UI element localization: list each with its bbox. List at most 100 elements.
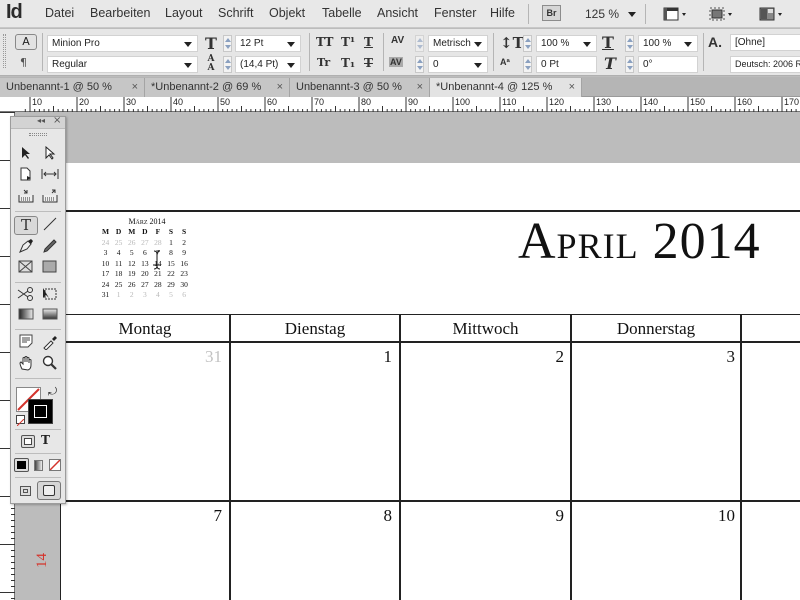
tab-unbenannt-1[interactable]: Unbenannt-1 @ 50 % × — [0, 78, 145, 97]
tab-unbenannt-4[interactable]: *Unbenannt-4 @ 125 % × — [430, 78, 582, 97]
note-tool[interactable] — [16, 334, 36, 352]
character-mode-button[interactable]: A — [15, 34, 37, 50]
tab-unbenannt-3[interactable]: Unbenannt-3 @ 50 % × — [290, 78, 430, 97]
rectangle-frame-tool[interactable] — [16, 260, 36, 278]
pen-tool[interactable] — [16, 238, 36, 256]
gap-tool[interactable] — [40, 167, 60, 185]
direct-selection-tool[interactable] — [40, 145, 60, 164]
content-placer-tool[interactable] — [40, 189, 60, 207]
mini-calendar-week-row: 10 11 12 13 14 15 16 — [99, 259, 191, 270]
type-tool[interactable]: T — [14, 216, 38, 235]
arrange-documents-button[interactable] — [758, 5, 786, 26]
vertical-scale-stepper[interactable] — [523, 35, 532, 52]
subscript-button[interactable]: T₁ — [341, 56, 355, 70]
tab-unbenannt-2[interactable]: *Unbenannt-2 @ 69 % × — [145, 78, 290, 97]
content-collector-tool[interactable] — [16, 189, 36, 207]
default-fill-stroke-icon[interactable] — [16, 415, 25, 427]
skew-stepper[interactable] — [625, 56, 634, 73]
panel-grip[interactable] — [3, 34, 6, 68]
panel-grip[interactable] — [29, 133, 47, 136]
month-title[interactable]: April 2014 — [518, 212, 761, 271]
character-style-field[interactable]: [Ohne] — [730, 34, 800, 51]
day-cell-number[interactable]: 8 — [320, 506, 393, 526]
collapse-icon[interactable]: ◂◂ — [37, 116, 45, 125]
page-tool[interactable] — [16, 167, 36, 185]
week-number-label[interactable]: 14 — [34, 553, 51, 568]
menu-hilfe[interactable]: Hilfe — [490, 6, 515, 20]
menu-tabelle[interactable]: Tabelle — [322, 6, 362, 20]
font-size-field[interactable]: 12 Pt — [235, 35, 301, 52]
font-family-field[interactable]: Minion Pro — [47, 35, 198, 52]
close-icon[interactable]: × — [277, 78, 283, 97]
horizontal-scale-stepper[interactable] — [625, 35, 634, 52]
stroke-swatch[interactable] — [28, 399, 53, 424]
hand-tool[interactable] — [16, 355, 36, 373]
baseline-shift-stepper[interactable] — [523, 56, 532, 73]
screen-mode-button[interactable] — [708, 5, 736, 26]
stroke-inner-icon — [34, 405, 47, 418]
paragraph-mode-button[interactable]: ¶ — [20, 56, 27, 69]
day-cell-number[interactable]: 10 — [663, 506, 735, 526]
line-tool[interactable] — [40, 217, 60, 235]
apply-color-button[interactable] — [14, 458, 29, 472]
day-cell-number[interactable]: 31 — [150, 347, 222, 367]
strikethrough-button[interactable]: T — [364, 56, 373, 70]
pencil-tool[interactable] — [40, 238, 60, 256]
close-icon[interactable]: × — [417, 78, 423, 97]
tracking-field[interactable]: 0 — [428, 56, 488, 73]
apply-none-button[interactable] — [49, 459, 61, 471]
all-caps-button[interactable]: TT — [316, 35, 333, 49]
menu-datei[interactable]: Datei — [45, 6, 74, 20]
preview-mode-button[interactable] — [37, 481, 61, 500]
superscript-button[interactable]: T¹ — [341, 35, 355, 49]
day-cell-number[interactable]: 1 — [320, 347, 393, 367]
close-icon[interactable]: × — [569, 78, 575, 97]
menu-fenster[interactable]: Fenster — [434, 6, 476, 20]
day-cell-number[interactable]: 7 — [150, 506, 223, 526]
language-field[interactable]: Deutsch: 2006 R — [730, 56, 800, 73]
menu-objekt[interactable]: Objekt — [269, 6, 305, 20]
formatting-text-button[interactable]: T — [41, 433, 50, 447]
mini-calendar-day: 31 — [101, 290, 110, 299]
bridge-button[interactable]: Br — [542, 5, 561, 21]
apply-gradient-button[interactable] — [34, 460, 43, 471]
formatting-container-button[interactable] — [21, 435, 35, 448]
tools-panel-header[interactable]: ◂◂ × — [11, 115, 65, 129]
baseline-shift-field[interactable]: 0 Pt — [536, 56, 597, 73]
font-size-stepper[interactable] — [223, 35, 232, 52]
rectangle-tool[interactable] — [40, 260, 60, 278]
leading-field[interactable]: (14,4 Pt) — [235, 56, 301, 73]
swap-fill-stroke-icon[interactable]: ⤾ — [48, 385, 57, 399]
eyedropper-tool[interactable] — [40, 334, 60, 352]
day-cell-number[interactable]: 3 — [663, 347, 736, 367]
day-cell-number[interactable]: 9 — [492, 506, 565, 526]
normal-view-button[interactable] — [20, 486, 31, 496]
scissors-tool[interactable] — [16, 287, 36, 305]
underline-button[interactable]: T — [364, 35, 373, 49]
skew-field[interactable]: 0° — [638, 56, 698, 73]
selection-tool[interactable] — [16, 146, 36, 164]
mini-calendar-previous-month[interactable]: März 2014 M D M D F S S 24 25 26 27 28 1 2 3 4 5 6… — [99, 217, 191, 301]
gradient-feather-tool[interactable] — [40, 308, 60, 326]
view-options-button[interactable] — [662, 5, 690, 26]
gradient-swatch-tool[interactable] — [16, 308, 36, 326]
menu-schrift[interactable]: Schrift — [218, 6, 253, 20]
horizontal-scale-field[interactable]: 100 % — [638, 35, 698, 52]
menu-layout[interactable]: Layout — [165, 6, 203, 20]
menu-ansicht[interactable]: Ansicht — [377, 6, 418, 20]
font-style-field[interactable]: Regular — [47, 56, 198, 73]
vertical-scale-field[interactable]: 100 % — [536, 35, 597, 52]
small-caps-button[interactable]: Tr — [317, 56, 330, 69]
horizontal-ruler[interactable]: 10 20 30 40 50 60 70 80 90 100 110 120 130 140 150 160 1… — [0, 97, 800, 112]
close-icon[interactable]: × — [53, 115, 61, 126]
kerning-field[interactable]: Metrisch — [428, 35, 488, 52]
tracking-stepper[interactable] — [415, 56, 424, 73]
leading-stepper[interactable] — [223, 56, 232, 73]
zoom-level-select[interactable]: 125 % — [585, 7, 637, 21]
day-cell-number[interactable]: 2 — [492, 347, 565, 367]
kerning-stepper[interactable] — [415, 35, 424, 52]
close-icon[interactable]: × — [132, 78, 138, 97]
free-transform-tool[interactable] — [40, 287, 60, 305]
zoom-tool[interactable] — [40, 355, 60, 373]
menu-bearbeiten[interactable]: Bearbeiten — [90, 6, 150, 20]
